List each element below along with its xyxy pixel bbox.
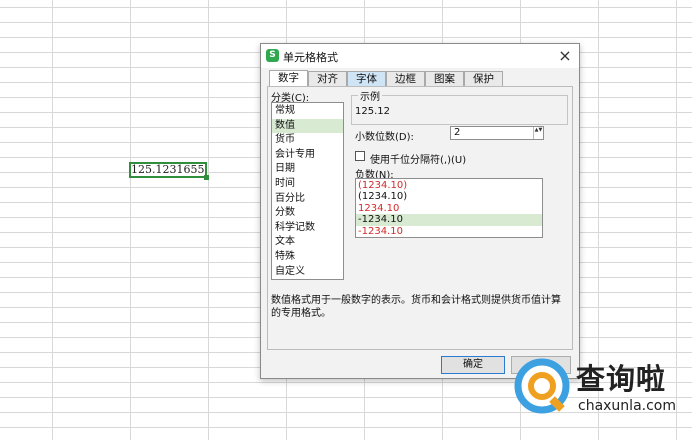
watermark: 查询啦 chaxunla.com [512, 352, 688, 438]
format-cells-dialog: S 单元格格式 × 数字 对齐 字体 边框 图案 保护 分类(C): 常规 数值… [260, 43, 580, 379]
decimal-places-value: 2 [454, 127, 461, 138]
negative-option[interactable]: (1234.10) [356, 180, 542, 191]
tab-number[interactable]: 数字 [269, 70, 308, 87]
watermark-url: chaxunla.com [578, 398, 676, 414]
sample-group: 示例 125.12 [351, 88, 568, 125]
category-item-currency[interactable]: 货币 [272, 133, 343, 148]
tab-font[interactable]: 字体 [347, 71, 386, 86]
ok-button[interactable]: 确定 [441, 356, 505, 374]
active-cell[interactable]: 125.1231655 [129, 162, 209, 180]
decimal-places-stepper[interactable]: 2 ▲▼ [450, 126, 544, 140]
thousands-separator-label[interactable]: 使用千位分隔符(,)(U) [370, 151, 466, 166]
watermark-text: 查询啦 [576, 362, 667, 396]
tab-alignment[interactable]: 对齐 [308, 71, 347, 86]
category-item-fraction[interactable]: 分数 [272, 206, 343, 221]
negative-option[interactable]: -1234.10 [356, 226, 542, 237]
sample-value: 125.12 [355, 106, 390, 117]
category-item-date[interactable]: 日期 [272, 162, 343, 177]
dialog-titlebar: S 单元格格式 × [261, 44, 579, 68]
decimal-places-label: 小数位数(D): [355, 132, 414, 143]
category-list[interactable]: 常规 数值 货币 会计专用 日期 时间 百分比 分数 科学记数 文本 特殊 自定… [271, 102, 344, 280]
dialog-title: 单元格格式 [283, 51, 338, 64]
category-item-special[interactable]: 特殊 [272, 250, 343, 265]
spin-arrows-icon[interactable]: ▲▼ [533, 127, 543, 139]
tab-pattern[interactable]: 图案 [425, 71, 464, 86]
category-item-number[interactable]: 数值 [272, 118, 343, 134]
wps-app-icon: S [266, 49, 279, 62]
thousands-separator-checkbox[interactable] [355, 151, 365, 161]
category-item-text[interactable]: 文本 [272, 235, 343, 250]
format-description: 数值格式用于一般数字的表示。货币和会计格式则提供货币值计算的专用格式。 [271, 295, 561, 319]
negative-option-selected[interactable]: -1234.10 [356, 214, 542, 226]
close-button[interactable]: × [555, 46, 575, 66]
negative-option[interactable]: 1234.10 [356, 203, 542, 214]
negative-numbers-list[interactable]: (1234.10) (1234.10) 1234.10 -1234.10 -12… [355, 178, 543, 238]
category-item-time[interactable]: 时间 [272, 177, 343, 192]
tab-border[interactable]: 边框 [386, 71, 425, 86]
tab-protection[interactable]: 保护 [464, 71, 503, 86]
category-item-general[interactable]: 常规 [272, 104, 343, 119]
category-item-scientific[interactable]: 科学记数 [272, 221, 343, 236]
category-item-custom[interactable]: 自定义 [272, 265, 343, 280]
category-item-accounting[interactable]: 会计专用 [272, 148, 343, 163]
sample-legend: 示例 [358, 88, 382, 103]
tab-bar: 数字 对齐 字体 边框 图案 保护 [269, 70, 503, 87]
negative-option[interactable]: (1234.10) [356, 191, 542, 202]
category-item-percentage[interactable]: 百分比 [272, 192, 343, 207]
magnifier-logo-icon [514, 358, 570, 414]
